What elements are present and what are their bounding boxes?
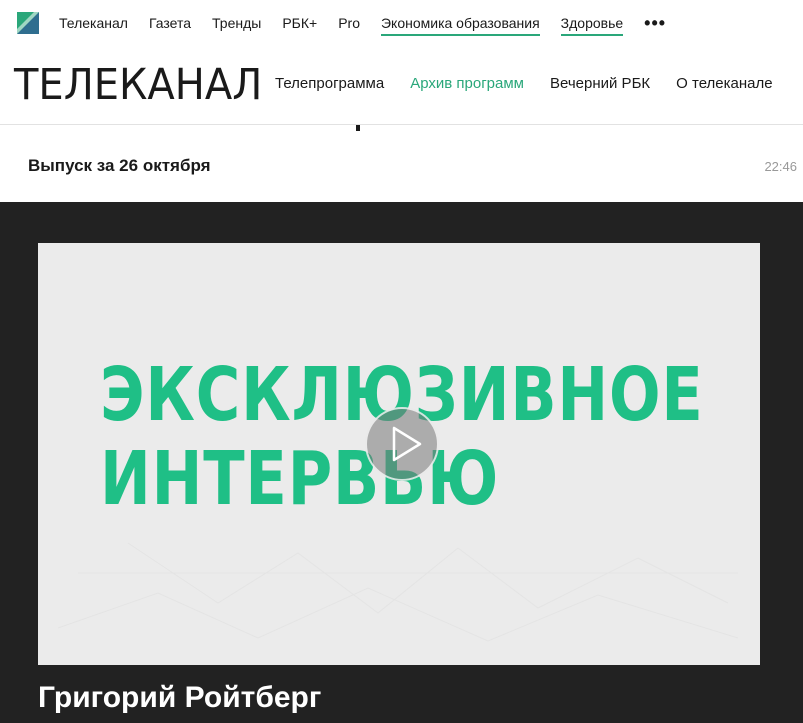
top-nav-rbc-plus[interactable]: РБК+ (282, 13, 317, 33)
episode-title[interactable]: Выпуск за 26 октября (28, 156, 211, 176)
more-menu-icon[interactable]: ••• (644, 13, 666, 33)
rbc-logo-icon[interactable] (17, 12, 39, 34)
guest-name[interactable]: Григорий Ройтберг (38, 680, 321, 716)
top-nav-trends[interactable]: Тренды (212, 13, 261, 33)
top-nav-newspaper[interactable]: Газета (149, 13, 191, 33)
top-nav-tv[interactable]: Телеканал (59, 13, 128, 33)
play-button[interactable] (365, 407, 439, 481)
section-menu-evening-rbc[interactable]: Вечерний РБК (550, 74, 650, 94)
episode-row: Выпуск за 26 октября 22:46 (0, 131, 803, 202)
section-header: ТЕЛЕКАНАЛ Телепрограмма Архив программ В… (0, 46, 803, 125)
play-icon (392, 426, 422, 462)
section-menu-archive[interactable]: Архив программ (410, 74, 524, 94)
top-nav-health[interactable]: Здоровье (560, 13, 624, 36)
top-nav-pro[interactable]: Pro (338, 13, 360, 33)
top-nav-education-economy[interactable]: Экономика образования (380, 13, 540, 36)
section-menu: Телепрограмма Архив программ Вечерний РБ… (275, 74, 799, 94)
top-nav: Телеканал Газета Тренды РБК+ Pro Экономи… (0, 0, 803, 46)
player-area: ЭКСКЛЮЗИВНОЕ ИНТЕРВЬЮ Григорий Ройтберг (0, 202, 803, 723)
section-menu-tv-schedule[interactable]: Телепрограмма (275, 74, 384, 94)
top-nav-items: Телеканал Газета Тренды РБК+ Pro Экономи… (59, 0, 666, 46)
section-title[interactable]: ТЕЛЕКАНАЛ (14, 60, 262, 110)
episode-time: 22:46 (764, 159, 797, 174)
section-menu-about[interactable]: О телеканале (676, 74, 772, 94)
video-player[interactable]: ЭКСКЛЮЗИВНОЕ ИНТЕРВЬЮ (38, 243, 760, 665)
